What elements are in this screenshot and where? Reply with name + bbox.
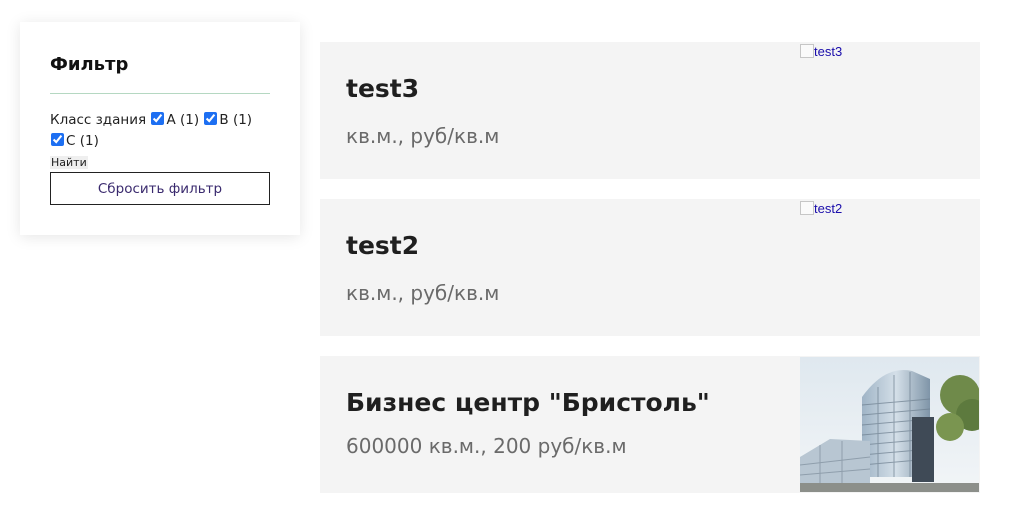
listing-meta: 600000 кв.м., 200 руб/кв.м	[346, 434, 627, 458]
building-class-label: Класс здания	[50, 112, 147, 128]
find-button[interactable]: Найти	[50, 156, 88, 169]
class-b-checkbox[interactable]	[204, 112, 218, 125]
listing-title[interactable]: Бизнес центр "Бристоль"	[346, 388, 710, 417]
image-alt-text[interactable]: test3	[814, 44, 842, 59]
listing-card[interactable]: test3 кв.м., руб/кв.м test3	[320, 42, 980, 179]
filter-divider	[50, 93, 270, 94]
broken-image-icon	[800, 201, 814, 215]
class-a-checkbox[interactable]	[151, 112, 165, 125]
broken-image-icon	[800, 44, 814, 58]
listing-meta: кв.м., руб/кв.м	[346, 281, 500, 305]
listing-title[interactable]: test2	[346, 231, 419, 260]
reset-filter-button[interactable]: Сбросить фильтр	[50, 172, 270, 205]
listing-card[interactable]: Бизнес центр "Бристоль" 600000 кв.м., 20…	[320, 356, 980, 493]
class-b-label[interactable]: B (1)	[219, 112, 252, 128]
listing-meta: кв.м., руб/кв.м	[346, 124, 500, 148]
filter-panel: Фильтр Класс здания A (1) B (1) C (1) На…	[20, 22, 300, 235]
class-a-label[interactable]: A (1)	[166, 112, 199, 128]
building-class-filter: Класс здания A (1) B (1) C (1)	[50, 110, 272, 152]
image-alt-text[interactable]: test2	[814, 201, 842, 216]
building-photo[interactable]	[800, 357, 979, 492]
filter-title: Фильтр	[50, 54, 129, 75]
building-photo-illustration	[800, 357, 979, 492]
listing-image-link[interactable]: test2	[800, 201, 842, 216]
class-c-label[interactable]: C (1)	[66, 133, 99, 149]
listing-card[interactable]: test2 кв.м., руб/кв.м test2	[320, 199, 980, 336]
listing-title[interactable]: test3	[346, 74, 419, 103]
class-c-checkbox[interactable]	[51, 133, 64, 146]
listing-image-link[interactable]: test3	[800, 44, 842, 59]
